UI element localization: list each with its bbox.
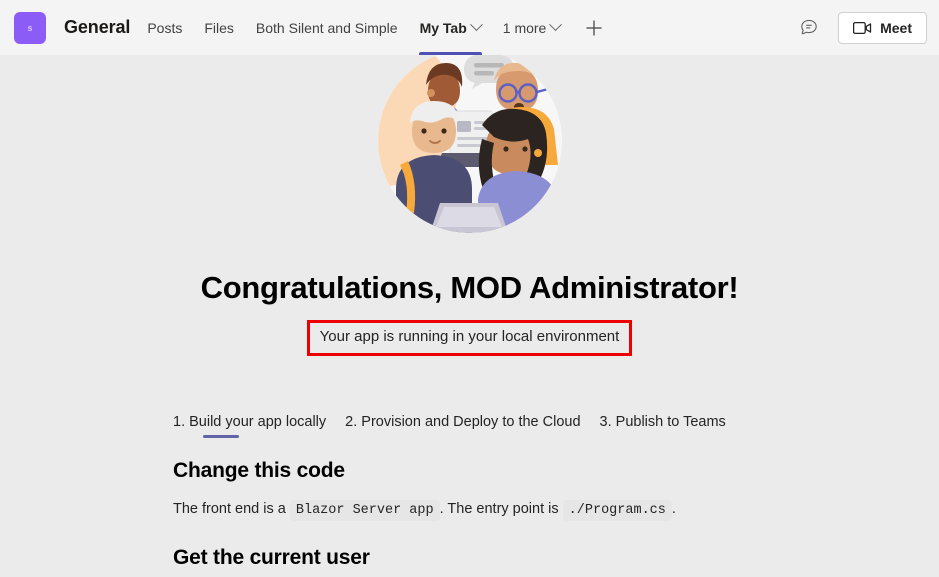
meet-button[interactable]: Meet: [838, 11, 927, 44]
hero-illustration-area: [0, 55, 939, 233]
meet-button-label: Meet: [880, 19, 912, 36]
tab-one-more-label: 1 more: [502, 19, 547, 36]
section-text-change-this-code: The front end is a Blazor Server app. Th…: [173, 498, 909, 522]
step-build-locally-label: 1. Build your app locally: [173, 414, 327, 430]
tab-bar: Posts Files Both Silent and Simple My Ta…: [136, 0, 609, 55]
channel-title: General: [64, 17, 131, 37]
page-title: Congratulations, MOD Administrator!: [200, 270, 739, 305]
chat-bubble-icon: [801, 19, 817, 34]
plus-icon: [586, 20, 602, 35]
step-build-locally[interactable]: 1. Build your app locally: [173, 414, 326, 438]
step-active-underline: [203, 435, 239, 438]
step-provision-deploy-label: 2. Provision and Deploy to the Cloud: [345, 414, 581, 430]
header-actions: Meet: [794, 11, 927, 44]
team-avatar[interactable]: s: [14, 11, 46, 44]
chevron-down-icon[interactable]: [469, 18, 483, 32]
team-avatar-initial: s: [27, 22, 33, 33]
section-heading-get-the-current-user: Get the current user: [173, 546, 370, 569]
add-tab-button[interactable]: [579, 13, 609, 43]
tab-both-silent-and-simple[interactable]: Both Silent and Simple: [245, 0, 409, 55]
tab-files-label: Files: [204, 19, 234, 36]
step-provision-deploy[interactable]: 2. Provision and Deploy to the Cloud: [345, 414, 580, 438]
video-camera-icon: [853, 21, 872, 34]
tab-my-tab[interactable]: My Tab: [409, 0, 492, 55]
steps-nav: 1. Build your app locally 2. Provision a…: [173, 414, 909, 438]
status-badge: Your app is running in your local enviro…: [306, 320, 633, 356]
tab-posts-label: Posts: [147, 19, 183, 36]
people-collaborating-illustration: [377, 55, 562, 233]
text-front-end-is-a: The front end is a: [173, 501, 286, 517]
tab-one-more[interactable]: 1 more: [492, 0, 572, 55]
chevron-down-icon[interactable]: [549, 18, 563, 32]
step-publish-to-teams-label: 3. Publish to Teams: [599, 414, 726, 430]
channel-header: s General Posts Files Both Silent and Si…: [0, 0, 939, 55]
text-period: .: [671, 501, 676, 517]
step-publish-to-teams[interactable]: 3. Publish to Teams: [600, 414, 726, 438]
body-column: 1. Build your app locally 2. Provision a…: [0, 414, 939, 570]
text-entry-point-is: . The entry point is: [439, 501, 559, 517]
tab-my-tab-label: My Tab: [419, 19, 467, 36]
tab-posts[interactable]: Posts: [136, 0, 193, 55]
tab-both-silent-and-simple-label: Both Silent and Simple: [255, 19, 398, 36]
chat-button[interactable]: [794, 13, 824, 43]
tab-content: Congratulations, MOD Administrator! Your…: [0, 55, 939, 577]
code-chip-program-cs: ./Program.cs: [562, 500, 672, 521]
section-heading-change-this-code: Change this code: [173, 459, 345, 482]
status-area: Your app is running in your local enviro…: [0, 320, 939, 356]
tab-files[interactable]: Files: [193, 0, 245, 55]
code-chip-blazor-server-app: Blazor Server app: [289, 500, 440, 521]
